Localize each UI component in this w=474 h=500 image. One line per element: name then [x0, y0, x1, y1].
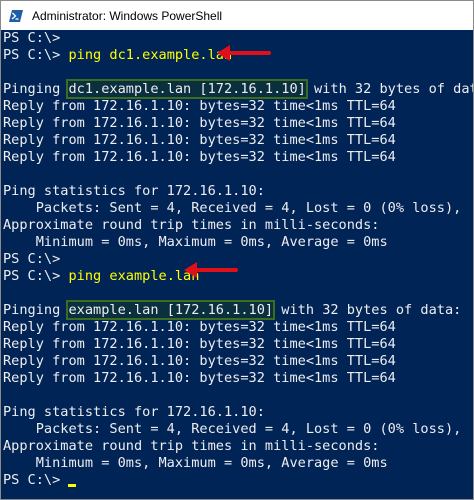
output-text: PS C:\>	[3, 251, 61, 267]
output-text: Approximate round trip times in milli-se…	[3, 217, 380, 233]
console-line: PS C:\> ping example.lan	[3, 268, 199, 285]
powershell-icon	[9, 9, 23, 22]
text-cursor	[68, 484, 77, 487]
output-text: Reply from 172.16.1.10: bytes=32 time<1m…	[3, 319, 396, 335]
console-line: Minimum = 0ms, Maximum = 0ms, Average = …	[3, 234, 388, 251]
output-text: Reply from 172.16.1.10: bytes=32 time<1m…	[3, 149, 396, 165]
output-text: Reply from 172.16.1.10: bytes=32 time<1m…	[3, 98, 396, 114]
red-arrow-annotation	[184, 262, 238, 278]
console-line: Packets: Sent = 4, Received = 4, Lost = …	[3, 421, 462, 438]
console-line: Approximate round trip times in milli-se…	[3, 217, 379, 234]
console-line: Reply from 172.16.1.10: bytes=32 time<1m…	[3, 115, 396, 132]
output-text: Reply from 172.16.1.10: bytes=32 time<1m…	[3, 115, 396, 131]
output-text: Minimum = 0ms, Maximum = 0ms, Average = …	[3, 455, 388, 471]
output-text: Packets: Sent = 4, Received = 4, Lost = …	[3, 200, 462, 216]
output-text: Reply from 172.16.1.10: bytes=32 time<1m…	[3, 132, 396, 148]
prompt: PS C:\>	[3, 47, 69, 63]
console-line: PS C:\>	[3, 30, 60, 47]
console-output[interactable]: PS C:\> Minimum = 0ms, Maximum = 0ms, Av…	[1, 30, 473, 499]
console-line: Reply from 172.16.1.10: bytes=32 time<1m…	[3, 353, 396, 370]
output-text: with 32 bytes of data:	[273, 302, 462, 318]
command-text: ping dc1.example.lan	[68, 47, 233, 63]
prompt: PS C:\>	[3, 268, 69, 284]
output-text: Ping statistics for 172.16.1.10:	[3, 404, 265, 420]
window-title: Administrator: Windows PowerShell	[32, 8, 223, 23]
output-text: Packets: Sent = 4, Received = 4, Lost = …	[3, 421, 462, 437]
title-bar[interactable]: Administrator: Windows PowerShell	[1, 1, 473, 30]
console-line: Reply from 172.16.1.10: bytes=32 time<1m…	[3, 336, 396, 353]
output-text: Pinging	[3, 302, 69, 318]
output-text: with 32 bytes of data:	[314, 81, 473, 97]
console-line: Reply from 172.16.1.10: bytes=32 time<1m…	[3, 370, 396, 387]
output-text: Approximate round trip times in milli-se…	[3, 438, 380, 454]
console-line: Pinging dc1.example.lan [172.16.1.10] wi…	[3, 79, 473, 99]
console-line: Ping statistics for 172.16.1.10:	[3, 404, 265, 421]
console-line: PS C:\> ping dc1.example.lan	[3, 47, 232, 64]
console-line: PS C:\>	[3, 251, 60, 268]
console-line: Reply from 172.16.1.10: bytes=32 time<1m…	[3, 98, 396, 115]
console-line: Approximate round trip times in milli-se…	[3, 438, 379, 455]
console-line: Reply from 172.16.1.10: bytes=32 time<1m…	[3, 319, 396, 336]
highlighted-target: example.lan [172.16.1.10]	[66, 300, 276, 320]
console-line: Reply from 172.16.1.10: bytes=32 time<1m…	[3, 149, 396, 166]
powershell-window: Administrator: Windows PowerShell PS C:\…	[0, 0, 474, 500]
red-arrow-annotation	[217, 45, 271, 61]
output-text: Reply from 172.16.1.10: bytes=32 time<1m…	[3, 370, 396, 386]
command-text: ping example.lan	[68, 268, 200, 284]
output-text: Ping statistics for 172.16.1.10:	[3, 183, 265, 199]
output-text: PS C:\>	[3, 30, 61, 46]
console-line: Pinging example.lan [172.16.1.10] with 3…	[3, 300, 462, 320]
output-text: Reply from 172.16.1.10: bytes=32 time<1m…	[3, 336, 396, 352]
output-text: Pinging	[3, 81, 69, 97]
console-line: Minimum = 0ms, Maximum = 0ms, Average = …	[3, 455, 388, 472]
output-text: Reply from 172.16.1.10: bytes=32 time<1m…	[3, 353, 396, 369]
console-line: PS C:\>	[3, 472, 77, 489]
highlighted-target: dc1.example.lan [172.16.1.10]	[66, 79, 308, 99]
prompt: PS C:\>	[3, 472, 69, 488]
console-line: Reply from 172.16.1.10: bytes=32 time<1m…	[3, 132, 396, 149]
console-line: Packets: Sent = 4, Received = 4, Lost = …	[3, 200, 462, 217]
console-line: Ping statistics for 172.16.1.10:	[3, 183, 265, 200]
output-text: Minimum = 0ms, Maximum = 0ms, Average = …	[3, 234, 388, 250]
